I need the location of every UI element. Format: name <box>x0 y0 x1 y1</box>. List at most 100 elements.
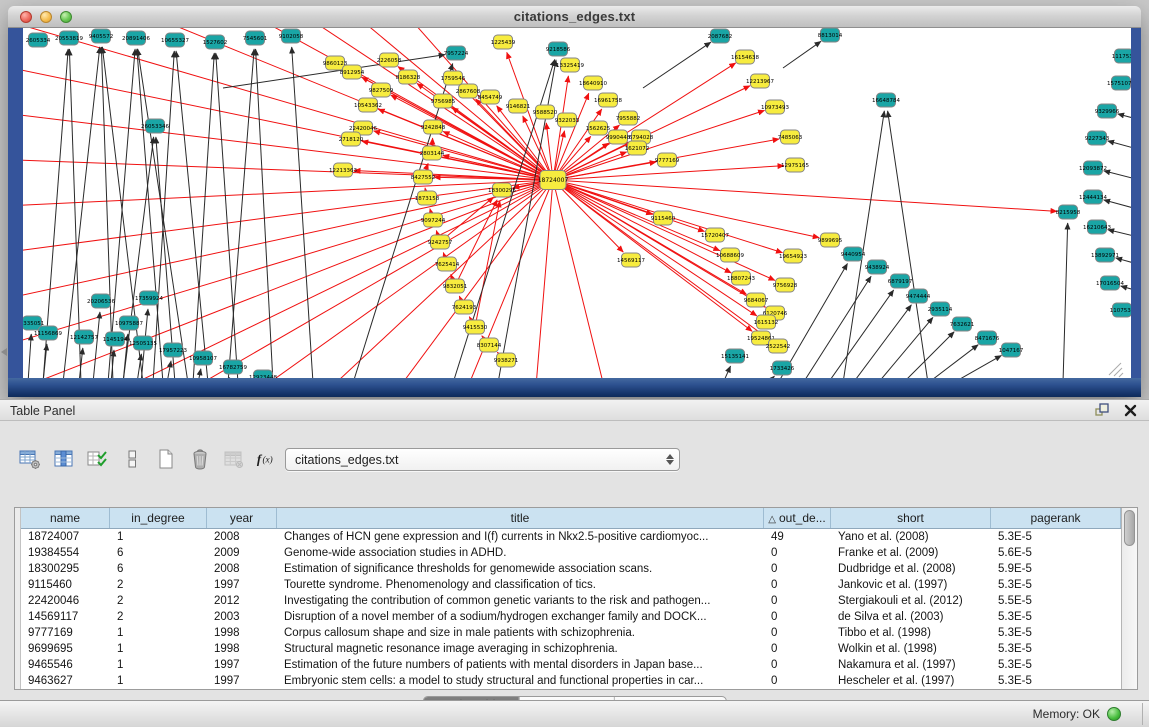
network-edge[interactable] <box>1118 114 1131 126</box>
column-header-year[interactable]: year <box>207 508 277 528</box>
network-node[interactable]: 1527602 <box>203 35 228 49</box>
table-cell[interactable]: 2 <box>110 577 207 593</box>
network-node[interactable]: 10975887 <box>115 316 143 330</box>
table-cell[interactable]: 1 <box>110 625 207 641</box>
network-edge[interactable] <box>553 180 775 280</box>
table-row[interactable]: 911546021997Tourette syndrome. Phenomeno… <box>21 577 1121 593</box>
table-cell[interactable]: 1997 <box>207 673 277 689</box>
network-node[interactable]: 12213967 <box>746 74 774 88</box>
network-edge[interactable] <box>888 111 928 378</box>
network-node[interactable]: 1117534 <box>1112 49 1131 63</box>
table-cell[interactable]: Wolkin et al. (1998) <box>831 641 991 657</box>
table-cell[interactable]: 5.9E-5 <box>991 561 1121 577</box>
network-node[interactable]: 20891406 <box>122 31 150 45</box>
network-node[interactable]: 16782759 <box>219 360 247 374</box>
network-edge[interactable] <box>878 317 933 378</box>
table-cell[interactable]: 0 <box>764 593 831 609</box>
table-cell[interactable]: 9115460 <box>21 577 110 593</box>
network-node[interactable]: 12444134 <box>1079 190 1107 204</box>
network-node[interactable]: 9097244 <box>421 213 446 227</box>
network-node[interactable]: 12093872 <box>1079 161 1107 175</box>
table-cell[interactable]: 2008 <box>207 561 277 577</box>
table-cell[interactable]: 5.3E-5 <box>991 609 1121 625</box>
network-edge[interactable] <box>1108 141 1131 156</box>
network-node[interactable]: 8912954 <box>340 65 365 79</box>
network-edge[interactable] <box>533 180 553 378</box>
network-node[interactable]: 20206536 <box>87 294 115 308</box>
network-edge[interactable] <box>373 180 553 378</box>
network-node[interactable]: 1615132 <box>754 315 779 329</box>
table-cell[interactable]: 2009 <box>207 545 277 561</box>
network-edge[interactable] <box>193 53 214 378</box>
network-node[interactable]: 16210643 <box>1083 220 1111 234</box>
table-cell[interactable]: 1 <box>110 641 207 657</box>
network-node[interactable]: 1145194 <box>103 332 128 346</box>
network-node[interactable]: 2087682 <box>708 29 733 43</box>
network-node[interactable]: 15751074 <box>1107 76 1131 90</box>
table-cell[interactable]: Tibbo et al. (1998) <box>831 625 991 641</box>
table-cell[interactable]: Structural magnetic resonance image aver… <box>277 641 764 657</box>
table-vertical-scrollbar[interactable] <box>1121 508 1137 689</box>
table-row[interactable]: 969969511998Structural magnetic resonanc… <box>21 641 1121 657</box>
table-cell[interactable]: 1998 <box>207 641 277 657</box>
network-edge[interactable] <box>69 49 81 378</box>
table-cell[interactable]: Tourette syndrome. Phenomenology and cla… <box>277 577 764 593</box>
network-node[interactable]: 9438924 <box>865 260 890 274</box>
network-node[interactable]: 2803144 <box>420 146 445 160</box>
table-cell[interactable]: Changes of HCN gene expression and I(f) … <box>277 529 764 545</box>
table-row[interactable]: 1456911722003Disruption of a novel membe… <box>21 609 1121 625</box>
table-cell[interactable]: 1 <box>110 673 207 689</box>
network-node[interactable]: 9990448 <box>606 130 631 144</box>
network-edge[interactable] <box>453 180 553 378</box>
column-header-in_degree[interactable]: in_degree <box>110 508 207 528</box>
window-titlebar[interactable]: citations_edges.txt <box>8 6 1141 28</box>
table-cell[interactable]: 2008 <box>207 529 277 545</box>
network-node[interactable]: 7632621 <box>950 317 975 331</box>
network-edge[interactable] <box>1121 286 1131 298</box>
table-cell[interactable]: 49 <box>764 529 831 545</box>
table-cell[interactable]: Stergiakouli et al. (2012) <box>831 593 991 609</box>
network-node[interactable]: 16154638 <box>731 50 759 64</box>
table-cell[interactable]: Yano et al. (2008) <box>831 529 991 545</box>
network-node[interactable]: 1621072 <box>625 141 650 155</box>
network-edge[interactable] <box>843 111 884 378</box>
network-edge[interactable] <box>455 200 497 286</box>
table-cell[interactable]: 5.5E-5 <box>991 593 1121 609</box>
network-graph[interactable]: 1872400718300295986012389129542226058982… <box>23 28 1131 378</box>
table-cell[interactable]: 6 <box>110 561 207 577</box>
close-panel-icon[interactable] <box>1124 404 1137 422</box>
table-settings-icon[interactable] <box>18 447 42 471</box>
network-edge[interactable] <box>216 53 238 378</box>
network-node[interactable]: 13325419 <box>556 58 584 72</box>
network-node[interactable]: 9474444 <box>906 289 931 303</box>
table-cell[interactable]: 9699695 <box>21 641 110 657</box>
network-node[interactable]: 18640910 <box>579 76 607 90</box>
network-edge[interactable] <box>553 86 750 180</box>
table-cell[interactable]: 1997 <box>207 577 277 593</box>
network-node[interactable]: 12505135 <box>129 336 157 350</box>
table-row[interactable]: 1830029562008Estimation of significance … <box>21 561 1121 577</box>
table-cell[interactable]: 1 <box>110 657 207 673</box>
network-node[interactable]: 16961758 <box>594 93 622 107</box>
network-node[interactable]: 17016504 <box>1096 276 1124 290</box>
network-node[interactable]: 7485063 <box>778 130 803 144</box>
network-edge[interactable] <box>23 158 553 180</box>
network-node[interactable]: 9329966 <box>1095 104 1120 118</box>
table-cell[interactable]: Jankovic et al. (1997) <box>831 577 991 593</box>
network-edge[interactable] <box>553 110 765 180</box>
network-node[interactable]: 18807243 <box>727 271 755 285</box>
network-node[interactable]: 20553819 <box>55 31 83 45</box>
network-edge[interactable] <box>93 312 100 378</box>
network-node[interactable]: 9227343 <box>1085 131 1110 145</box>
table-cell[interactable]: Franke et al. (2009) <box>831 545 991 561</box>
network-node[interactable]: 13892971 <box>1091 248 1119 262</box>
new-table-file-icon[interactable] <box>154 447 178 471</box>
network-edge[interactable] <box>176 51 208 378</box>
network-node[interactable]: 1562625 <box>586 121 611 135</box>
column-header-short[interactable]: short <box>831 508 991 528</box>
network-node[interactable]: 7955882 <box>616 111 641 125</box>
network-node[interactable]: 8307144 <box>477 338 502 352</box>
network-node[interactable]: 2522542 <box>766 339 791 353</box>
network-node[interactable]: 1225439 <box>491 35 516 49</box>
network-node[interactable]: 9102058 <box>279 29 304 43</box>
